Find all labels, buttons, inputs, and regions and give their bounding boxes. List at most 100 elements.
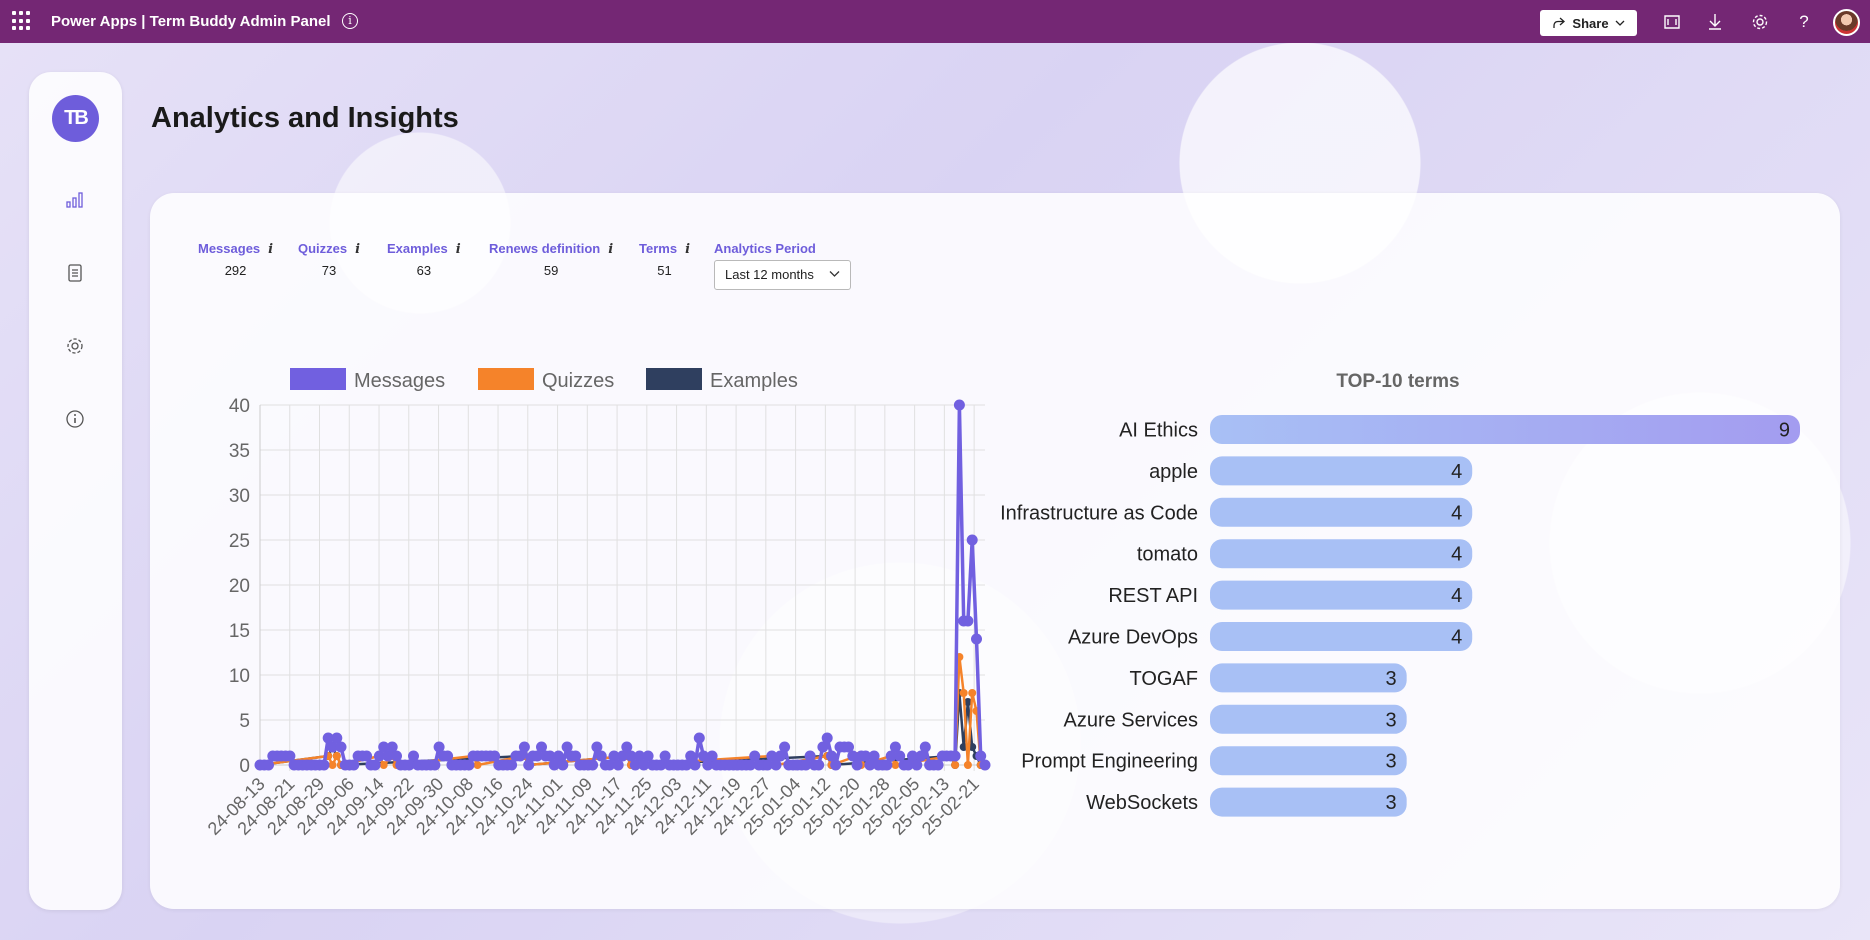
data-point	[332, 752, 341, 760]
bar-value-label: 3	[1386, 709, 1397, 731]
bar	[1210, 580, 1473, 610]
legend-swatch	[290, 368, 346, 390]
y-tick-label: 25	[229, 531, 250, 552]
bar	[1210, 787, 1407, 817]
bar	[1210, 415, 1800, 444]
info-icon[interactable]: i	[608, 242, 613, 257]
info-icon[interactable]: i	[456, 242, 461, 257]
stat-label: Examples	[387, 241, 448, 256]
legend-label: Quizzes	[542, 370, 614, 392]
stat-terms: Terms i 51	[639, 241, 690, 278]
data-point	[951, 761, 960, 769]
bar-category-label: Prompt Engineering	[1021, 751, 1198, 773]
stat-renews-definition: Renews definition i 59	[489, 241, 613, 278]
data-point	[891, 761, 900, 769]
y-tick-label: 35	[229, 441, 250, 462]
data-point	[963, 761, 972, 769]
data-point	[557, 759, 569, 771]
y-tick-label: 0	[239, 756, 250, 777]
bar	[1210, 704, 1407, 734]
share-icon	[1553, 17, 1566, 28]
sidebar-item-settings[interactable]	[62, 333, 88, 359]
fit-screen-icon[interactable]	[1660, 10, 1684, 34]
data-point	[689, 759, 701, 771]
stat-label: Messages	[198, 241, 261, 256]
data-point	[779, 741, 791, 753]
bar-category-label: tomato	[1137, 544, 1198, 566]
bar-value-label: 4	[1451, 627, 1462, 649]
bar-category-label: AI Ethics	[1119, 420, 1198, 442]
data-point	[971, 633, 982, 645]
bar	[1210, 622, 1473, 651]
bar-value-label: 4	[1451, 585, 1462, 607]
topbar: Power Apps | Term Buddy Admin Panel i Sh…	[0, 0, 1870, 43]
messages-line-chart: 051015202530354024-08-1324-08-2124-08-29…	[204, 368, 991, 839]
data-point	[953, 399, 965, 411]
document-icon	[68, 264, 82, 282]
chart-title: TOP-10 terms	[1336, 371, 1459, 392]
gear-icon	[67, 338, 83, 354]
data-point	[968, 689, 977, 697]
bar-value-label: 9	[1779, 420, 1790, 442]
data-point	[335, 741, 347, 753]
bar-category-label: REST API	[1108, 585, 1198, 607]
page-title: Analytics and Insights	[151, 102, 459, 134]
data-point	[693, 732, 705, 744]
bar-category-label: Azure DevOps	[1068, 627, 1198, 649]
data-point	[949, 750, 961, 762]
gear-icon[interactable]	[1748, 10, 1772, 34]
data-point	[813, 759, 825, 771]
avatar[interactable]	[1833, 9, 1860, 36]
y-tick-label: 5	[239, 711, 250, 732]
help-icon[interactable]: ?	[1792, 10, 1816, 34]
data-point	[959, 689, 968, 697]
stat-label: Quizzes	[298, 241, 348, 256]
analytics-period-label: Analytics Period	[714, 241, 816, 256]
sidebar-item-analytics[interactable]	[62, 187, 88, 213]
data-point	[979, 759, 991, 771]
top-terms-bar-chart: TOP-10 terms AI Ethics 9 apple 4 Infrastructu…	[1000, 371, 1800, 817]
sidebar-item-terms[interactable]	[62, 260, 88, 286]
data-point	[328, 761, 337, 769]
stat-examples: Examples i 63	[387, 241, 461, 278]
stat-label: Terms	[639, 241, 678, 256]
sidebar-item-about[interactable]	[62, 406, 88, 432]
data-point	[830, 759, 842, 771]
download-icon[interactable]	[1703, 10, 1727, 34]
info-icon[interactable]: i	[342, 13, 358, 29]
bar-value-label: 4	[1451, 461, 1462, 483]
share-button[interactable]: Share	[1540, 10, 1637, 36]
chevron-down-icon	[829, 261, 840, 289]
y-tick-label: 30	[229, 486, 250, 507]
stat-value: 292	[224, 263, 247, 278]
app-title: Power Apps | Term Buddy Admin Panel	[51, 13, 331, 30]
bar	[1210, 539, 1473, 569]
waffle-icon[interactable]	[12, 11, 32, 31]
legend-swatch	[478, 368, 534, 390]
bar-value-label: 3	[1386, 792, 1397, 814]
bar	[1210, 497, 1473, 527]
stat-messages: Messages i 292	[198, 241, 273, 278]
analytics-period-value: Last 12 months	[725, 267, 814, 282]
data-point	[518, 741, 530, 753]
bar	[1210, 746, 1407, 776]
bar	[1210, 663, 1407, 693]
info-icon[interactable]: i	[268, 242, 273, 257]
info-icon[interactable]: i	[355, 242, 360, 257]
data-point	[966, 534, 978, 546]
data-point	[919, 741, 931, 753]
share-label: Share	[1572, 15, 1609, 31]
legend-label: Messages	[354, 370, 445, 392]
legend-label: Examples	[710, 370, 798, 392]
y-tick-label: 20	[229, 576, 250, 597]
data-point	[962, 615, 974, 627]
data-point	[429, 759, 441, 771]
bar-category-label: Infrastructure as Code	[1000, 502, 1198, 524]
bar-chart-icon	[66, 192, 83, 208]
data-point	[821, 732, 833, 744]
info-icon[interactable]: i	[685, 242, 690, 257]
y-tick-label: 10	[229, 666, 250, 687]
data-point	[379, 761, 388, 769]
bar-category-label: TOGAF	[1129, 668, 1198, 690]
analytics-period-select[interactable]: Last 12 months	[714, 260, 851, 290]
